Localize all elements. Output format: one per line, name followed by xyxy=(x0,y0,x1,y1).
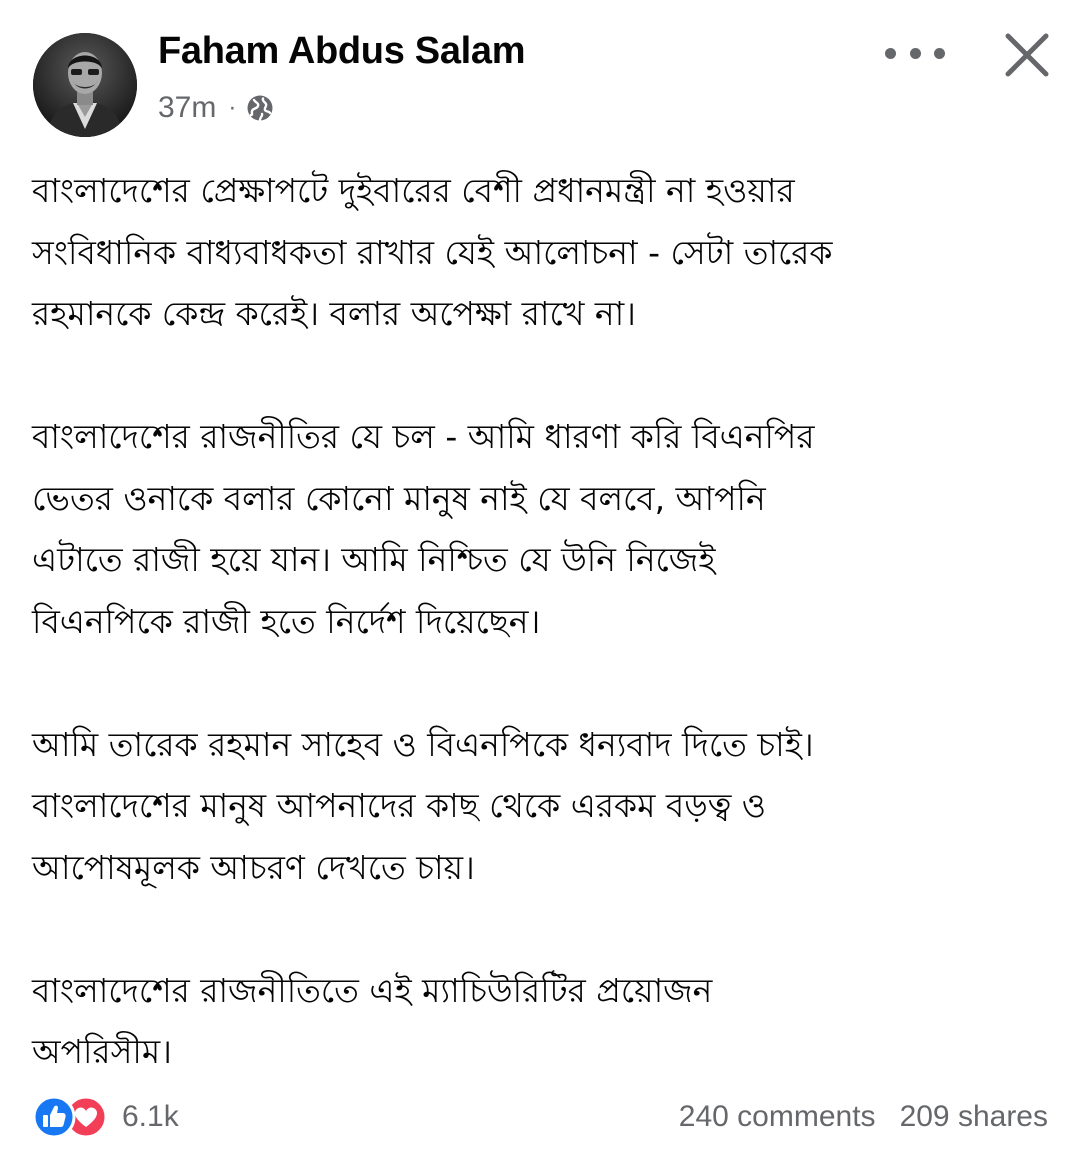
more-horizontal-icon xyxy=(934,47,945,59)
engagement-stats: 240 comments 209 shares xyxy=(679,1100,1048,1134)
globe-icon[interactable] xyxy=(246,94,274,122)
post-meta: 37m · xyxy=(158,90,274,126)
post-line: আপোষমূলক আচরণ দেখতে চায়। xyxy=(32,847,475,887)
reactions-summary[interactable]: 6.1k xyxy=(32,1095,179,1139)
meta-separator: · xyxy=(228,94,237,121)
post-line: এটাতে রাজী হয়ে যান। আমি নিশ্চিত যে উনি … xyxy=(32,540,716,579)
shares-link[interactable]: 209 shares xyxy=(900,1100,1048,1134)
post-line: বিএনপিকে রাজী হতে নির্দেশ দিয়েছেন। xyxy=(32,601,541,641)
profile-photo xyxy=(33,33,137,137)
more-horizontal-icon xyxy=(885,47,896,59)
post-footer: 6.1k 240 comments 209 shares xyxy=(32,1094,1048,1140)
more-horizontal-icon xyxy=(909,47,921,59)
reaction-icons xyxy=(32,1095,108,1139)
post-paragraph: বাংলাদেশের রাজনীতির যে চল - আমি ধারণা কর… xyxy=(32,406,1052,652)
close-button[interactable] xyxy=(1002,30,1052,80)
post-line: আমি তারেক রহমান সাহেব ও বিএনপিকে ধন্যবাদ… xyxy=(32,724,814,764)
post-line: বাংলাদেশের মানুষ আপনাদের কাছ থেকে এরকম ব… xyxy=(32,786,767,825)
post-paragraph: আমি তারেক রহমান সাহেব ও বিএনপিকে ধন্যবাদ… xyxy=(32,714,1052,899)
post-timestamp[interactable]: 37m xyxy=(158,91,216,125)
post-text: বাংলাদেশের প্রেক্ষাপটে দুইবারের বেশী প্র… xyxy=(32,160,1052,1083)
post-line: অপরিসীম। xyxy=(32,1032,172,1071)
author-name[interactable]: Faham Abdus Salam xyxy=(158,30,526,73)
post-paragraph: বাংলাদেশের প্রেক্ষাপটে দুইবারের বেশী প্র… xyxy=(32,160,1052,345)
post-line: রহমানকে কেন্দ্র করেই। বলার অপেক্ষা রাখে … xyxy=(32,294,636,333)
post-paragraph: বাংলাদেশের রাজনীতিতে এই ম্যাচিউরিটির প্র… xyxy=(32,960,1052,1083)
like-icon xyxy=(32,1095,76,1139)
post-line: বাংলাদেশের রাজনীতির যে চল - আমি ধারণা কর… xyxy=(32,417,815,456)
reaction-count: 6.1k xyxy=(122,1100,179,1133)
close-icon xyxy=(1005,33,1049,77)
post-line: ভেতর ওনাকে বলার কোনো মানুষ নাই যে বলবে, … xyxy=(32,478,766,518)
comments-link[interactable]: 240 comments xyxy=(679,1100,876,1134)
more-options-button[interactable] xyxy=(885,36,945,70)
post-line: সংবিধানিক বাধ্যবাধকতা রাখার যেই আলোচনা -… xyxy=(32,232,833,272)
post-line: বাংলাদেশের রাজনীতিতে এই ম্যাচিউরিটির প্র… xyxy=(32,970,713,1010)
avatar[interactable] xyxy=(33,33,137,137)
post-line: বাংলাদেশের প্রেক্ষাপটে দুইবারের বেশী প্র… xyxy=(32,171,795,210)
